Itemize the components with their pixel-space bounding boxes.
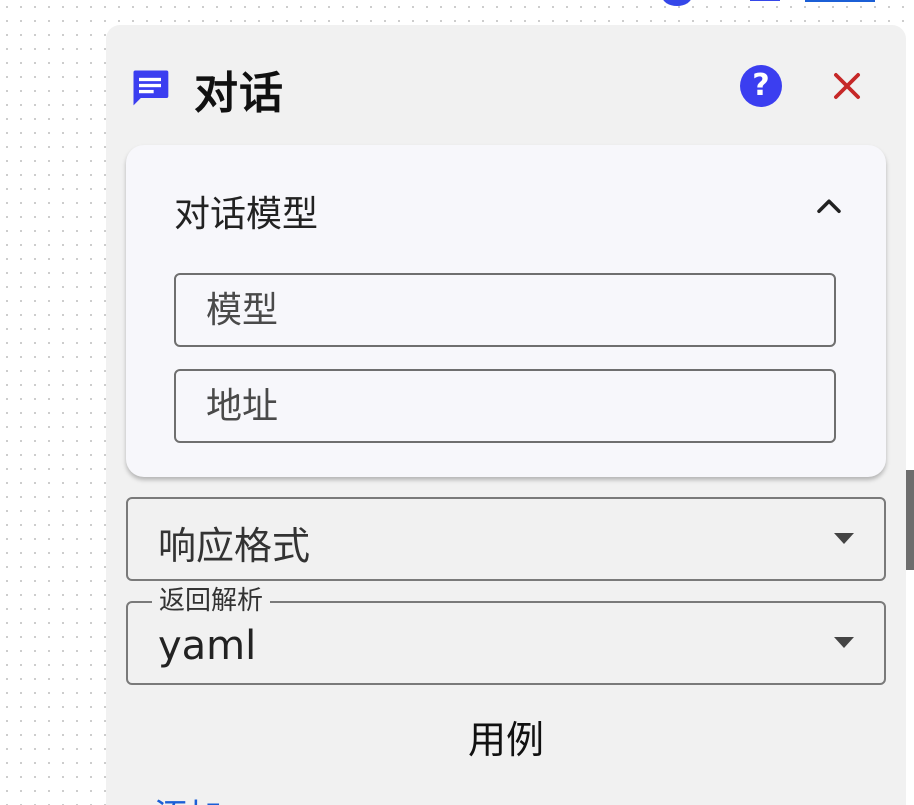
scrollbar-partial[interactable] [905,470,914,570]
dialog-title: 对话 [194,68,284,119]
address-field [174,369,836,443]
dropdown-arrow-icon [834,533,854,544]
address-input[interactable] [176,371,834,441]
chat-icon [133,70,169,106]
help-icon: ? [752,68,770,103]
response-format-placeholder: 响应格式 [158,524,311,568]
model-field [174,273,836,347]
return-parse-select[interactable]: 返回解析 yaml [126,585,886,685]
return-parse-value: yaml [158,623,257,669]
help-button[interactable]: ? [740,65,782,107]
model-section-card: 对话模型 [126,145,886,477]
canvas-background: 对话 ? 对话模型 响应格式 返回解析 ya [0,0,914,805]
model-input[interactable] [176,275,834,345]
dropdown-arrow-icon [834,637,854,648]
add-example-link[interactable]: 添加 [154,789,222,805]
dialog-header: 对话 ? [106,25,906,145]
close-icon[interactable] [828,67,866,105]
dialog-panel: 对话 ? 对话模型 响应格式 返回解析 ya [106,25,906,805]
chevron-up-icon[interactable] [814,193,844,217]
toolbar-icon-partial[interactable] [662,0,692,6]
toolbar-link-partial[interactable] [805,0,875,2]
response-format-select[interactable]: 响应格式 [126,497,886,581]
return-parse-label: 返回解析 [152,585,271,617]
model-section-title[interactable]: 对话模型 [174,185,318,237]
toolbar-underline-partial [750,0,780,1]
examples-title: 用例 [467,718,544,762]
